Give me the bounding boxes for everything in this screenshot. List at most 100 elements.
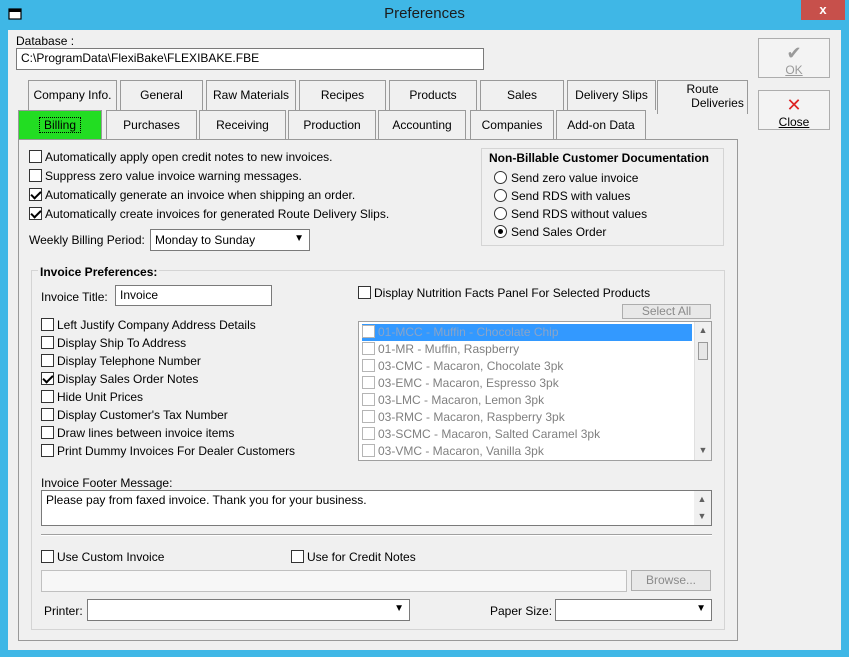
checkbox-box — [41, 354, 54, 367]
invoice-option-checkbox[interactable]: Display Telephone Number — [41, 354, 201, 368]
tab-raw-materials[interactable]: Raw Materials — [206, 80, 296, 110]
billing-option-checkbox[interactable]: Automatically generate an invoice when s… — [29, 188, 355, 202]
checkbox-box — [29, 188, 42, 201]
printer-select[interactable]: ▼ — [87, 599, 410, 621]
tab-production[interactable]: Production — [288, 110, 376, 140]
checkbox-box — [362, 410, 375, 423]
product-list-item[interactable]: 03-SCMC - Macaron, Salted Caramel 3pk — [362, 426, 692, 443]
invoice-option-checkbox[interactable]: Left Justify Company Address Details — [41, 318, 256, 332]
product-list-scrollbar[interactable]: ▲ ▼ — [694, 322, 711, 460]
invoice-option-checkbox[interactable]: Draw lines between invoice items — [41, 426, 234, 440]
database-label: Database : — [16, 34, 75, 48]
use-custom-invoice-checkbox[interactable]: Use Custom Invoice — [41, 550, 164, 564]
invoice-option-checkbox[interactable]: Display Sales Order Notes — [41, 372, 198, 386]
radio-circle — [494, 207, 507, 220]
tab-company-info[interactable]: Company Info. — [28, 80, 117, 110]
scroll-thumb[interactable] — [698, 342, 708, 360]
product-list-item[interactable]: 01-MCC - Muffin - Chocolate Chip — [362, 324, 692, 341]
footer-message-label: Invoice Footer Message: — [41, 476, 173, 490]
checkbox-box — [41, 444, 54, 457]
ok-button[interactable]: ✔ OK — [758, 38, 830, 78]
checkbox-box — [362, 325, 375, 338]
checkbox-box — [362, 427, 375, 440]
tab-route-line2: Deliveries — [691, 96, 744, 110]
checkbox-box — [41, 426, 54, 439]
tab-purchases[interactable]: Purchases — [106, 110, 197, 140]
tab-add-on-data[interactable]: Add-on Data — [556, 110, 646, 140]
checkbox-box — [41, 336, 54, 349]
radio-circle — [494, 189, 507, 202]
check-icon: ✔ — [786, 43, 802, 63]
product-list-item[interactable]: 03-EMC - Macaron, Espresso 3pk — [362, 375, 692, 392]
non-billable-radio[interactable]: Send RDS with values — [494, 189, 630, 203]
divider — [41, 534, 712, 536]
title-bar: Preferences x — [0, 0, 849, 30]
window-close-button[interactable]: x — [801, 0, 845, 20]
tab-accounting[interactable]: Accounting — [378, 110, 466, 140]
tab-delivery-slips[interactable]: Delivery Slips — [567, 80, 656, 110]
scroll-up-icon[interactable]: ▲ — [695, 322, 711, 339]
tab-billing[interactable]: Billing — [18, 110, 102, 140]
invoice-title-label: Invoice Title: — [41, 290, 108, 304]
nutrition-facts-checkbox[interactable]: Display Nutrition Facts Panel For Select… — [358, 286, 650, 300]
non-billable-radio[interactable]: Send RDS without values — [494, 207, 647, 221]
close-icon: ✕ — [786, 95, 802, 115]
billing-option-checkbox[interactable]: Automatically create invoices for genera… — [29, 207, 389, 221]
window-title: Preferences — [384, 5, 465, 22]
checkbox-box — [41, 390, 54, 403]
tab-general[interactable]: General — [120, 80, 203, 110]
product-list[interactable]: 01-MCC - Muffin - Chocolate Chip 01-MR - … — [358, 321, 712, 461]
checkbox-box — [362, 444, 375, 457]
invoice-option-checkbox[interactable]: Print Dummy Invoices For Dealer Customer… — [41, 444, 295, 458]
close-button[interactable]: ✕ Close — [758, 90, 830, 130]
weekly-billing-label: Weekly Billing Period: — [29, 233, 145, 247]
tab-recipes[interactable]: Recipes — [299, 80, 386, 110]
scroll-up-icon[interactable]: ▲ — [694, 491, 710, 508]
checkbox-box — [29, 207, 42, 220]
tab-route-line1: Route — [686, 82, 719, 96]
invoice-option-checkbox[interactable]: Hide Unit Prices — [41, 390, 143, 404]
product-list-item[interactable]: 03-CMC - Macaron, Chocolate 3pk — [362, 358, 692, 375]
tab-products[interactable]: Products — [389, 80, 477, 110]
select-all-button[interactable]: Select All — [622, 304, 711, 319]
use-for-credit-notes-checkbox[interactable]: Use for Credit Notes — [291, 550, 416, 564]
paper-size-select[interactable]: ▼ — [555, 599, 712, 621]
checkbox-box — [29, 150, 42, 163]
checkbox-box — [362, 376, 375, 389]
printer-label: Printer: — [44, 604, 83, 618]
checkbox-box — [362, 342, 375, 355]
billing-option-checkbox[interactable]: Automatically apply open credit notes to… — [29, 150, 333, 164]
chevron-down-icon: ▼ — [294, 233, 304, 244]
tab-receiving[interactable]: Receiving — [199, 110, 286, 140]
footer-scrollbar[interactable]: ▲ ▼ — [694, 491, 711, 525]
invoice-title-input[interactable]: Invoice — [115, 285, 272, 306]
invoice-option-checkbox[interactable]: Display Ship To Address — [41, 336, 186, 350]
billing-option-checkbox[interactable]: Suppress zero value invoice warning mess… — [29, 169, 302, 183]
scroll-down-icon[interactable]: ▼ — [695, 442, 711, 459]
non-billable-title: Non-Billable Customer Documentation — [489, 151, 710, 165]
non-billable-radio[interactable]: Send Sales Order — [494, 225, 606, 239]
checkbox-box — [29, 169, 42, 182]
chevron-down-icon: ▼ — [394, 603, 404, 614]
footer-message-input[interactable]: Please pay from faxed invoice. Thank you… — [41, 490, 712, 526]
checkbox-box — [362, 359, 375, 372]
checkbox-box — [41, 318, 54, 331]
tab-sales[interactable]: Sales — [480, 80, 564, 110]
non-billable-radio[interactable]: Send zero value invoice — [494, 171, 638, 185]
product-list-item[interactable]: 03-LMC - Macaron, Lemon 3pk — [362, 392, 692, 409]
invoice-option-checkbox[interactable]: Display Customer's Tax Number — [41, 408, 228, 422]
browse-button[interactable]: Browse... — [631, 570, 711, 591]
database-path-field[interactable]: C:\ProgramData\FlexiBake\FLEXIBAKE.FBE — [16, 48, 484, 70]
product-list-item[interactable]: 01-MR - Muffin, Raspberry — [362, 341, 692, 358]
weekly-billing-select[interactable]: Monday to Sunday ▼ — [150, 229, 310, 251]
scroll-down-icon[interactable]: ▼ — [694, 508, 710, 525]
radio-circle — [494, 171, 507, 184]
custom-invoice-path-field[interactable] — [41, 570, 627, 592]
product-list-item[interactable]: 03-VMC - Macaron, Vanilla 3pk — [362, 443, 692, 460]
billing-panel: Automatically apply open credit notes to… — [18, 139, 738, 641]
product-list-item[interactable]: 03-RMC - Macaron, Raspberry 3pk — [362, 409, 692, 426]
invoice-preferences-title: Invoice Preferences: — [38, 265, 160, 279]
tab-route-deliveries[interactable]: Route Deliveries — [657, 80, 748, 114]
paper-size-label: Paper Size: — [490, 604, 553, 618]
tab-companies[interactable]: Companies — [470, 110, 554, 140]
